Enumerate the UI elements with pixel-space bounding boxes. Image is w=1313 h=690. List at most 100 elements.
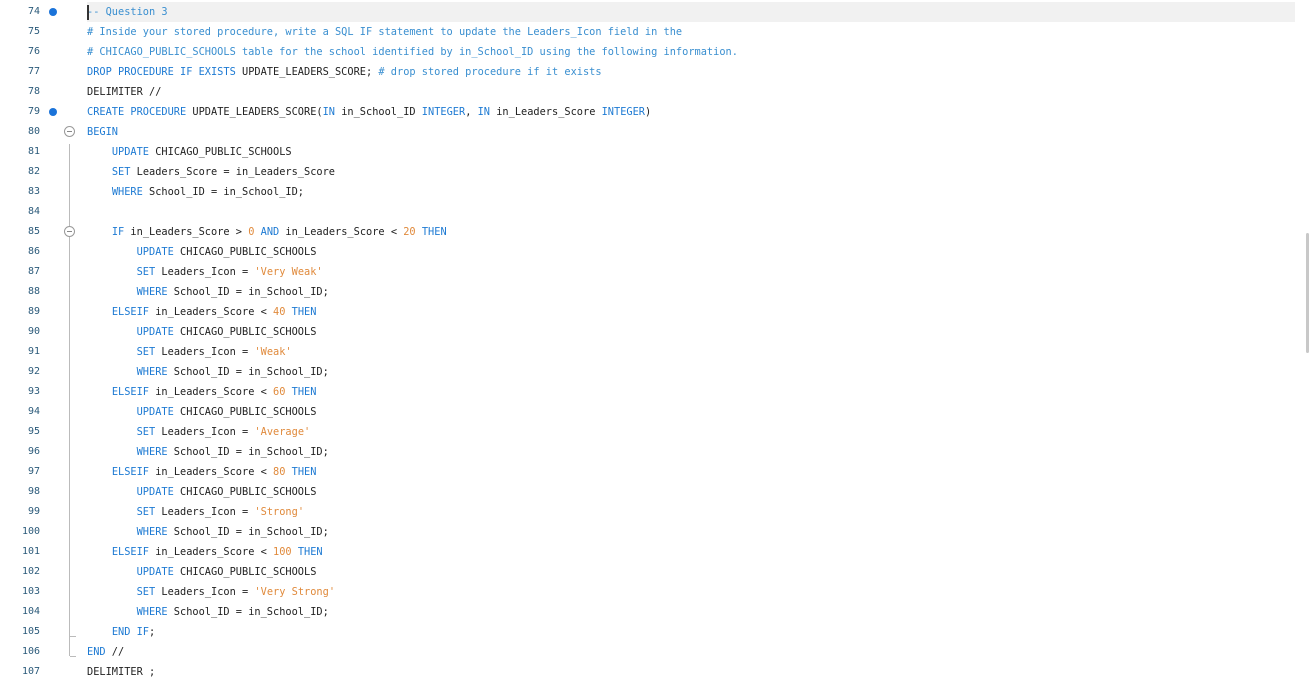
line-number[interactable]: 97 (0, 462, 40, 482)
code-line[interactable]: 83 WHERE School_ID = in_School_ID; (0, 182, 1300, 202)
text-cursor (87, 5, 89, 20)
line-number[interactable]: 74 (0, 2, 40, 22)
number-token: 80 (273, 466, 286, 478)
code-line[interactable]: 89 ELSEIF in_Leaders_Score < 40 THEN (0, 302, 1300, 322)
line-number[interactable]: 91 (0, 342, 40, 362)
code-editor[interactable]: 74 -- Question 3 75 # Inside your stored pr… (0, 0, 1300, 690)
line-number[interactable]: 78 (0, 82, 40, 102)
code-text: SET Leaders_Icon = 'Weak' (87, 342, 1295, 362)
fold-collapse-icon[interactable] (64, 126, 75, 137)
code-line[interactable]: 105 END IF; (0, 622, 1300, 642)
code-line[interactable]: 87 SET Leaders_Icon = 'Very Weak' (0, 262, 1300, 282)
line-number[interactable]: 92 (0, 362, 40, 382)
code-line[interactable]: 77 DROP PROCEDURE IF EXISTS UPDATE_LEADER… (0, 62, 1300, 82)
text-token: in_School_ID (335, 106, 422, 118)
keyword-token: INTEGER (421, 106, 466, 118)
text-token: CHICAGO_PUBLIC_SCHOOLS (173, 326, 317, 338)
code-line[interactable]: 80 BEGIN (0, 122, 1300, 142)
line-number[interactable]: 103 (0, 582, 40, 602)
string-token: 'Weak' (254, 346, 292, 358)
vertical-scrollbar[interactable] (1306, 233, 1309, 353)
keyword-token: THEN (421, 226, 447, 238)
code-line[interactable]: 88 WHERE School_ID = in_School_ID; (0, 282, 1300, 302)
code-line[interactable]: 75 # Inside your stored procedure, write … (0, 22, 1300, 42)
code-text: ELSEIF in_Leaders_Score < 40 THEN (87, 302, 1295, 322)
line-number[interactable]: 102 (0, 562, 40, 582)
code-line[interactable]: 98 UPDATE CHICAGO_PUBLIC_SCHOOLS (0, 482, 1300, 502)
code-line[interactable]: 92 WHERE School_ID = in_School_ID; (0, 362, 1300, 382)
code-line[interactable]: 93 ELSEIF in_Leaders_Score < 60 THEN (0, 382, 1300, 402)
line-number[interactable]: 96 (0, 442, 40, 462)
line-number[interactable]: 93 (0, 382, 40, 402)
line-number[interactable]: 88 (0, 282, 40, 302)
code-line[interactable]: 107 DELIMITER ; (0, 662, 1300, 682)
code-line[interactable]: 101 ELSEIF in_Leaders_Score < 100 THEN (0, 542, 1300, 562)
code-line[interactable]: 81 UPDATE CHICAGO_PUBLIC_SCHOOLS (0, 142, 1300, 162)
line-number[interactable]: 81 (0, 142, 40, 162)
line-number[interactable]: 80 (0, 122, 40, 142)
keyword-token: UPDATE (111, 146, 150, 158)
code-line[interactable]: 100 WHERE School_ID = in_School_ID; (0, 522, 1300, 542)
code-line[interactable]: 99 SET Leaders_Icon = 'Strong' (0, 502, 1300, 522)
code-line[interactable]: 82 SET Leaders_Score = in_Leaders_Score (0, 162, 1300, 182)
line-number[interactable]: 107 (0, 662, 40, 682)
text-token: CHICAGO_PUBLIC_SCHOOLS (149, 146, 292, 158)
keyword-token: SET (136, 346, 156, 358)
line-number[interactable]: 100 (0, 522, 40, 542)
line-number[interactable]: 101 (0, 542, 40, 562)
code-line[interactable]: 95 SET Leaders_Icon = 'Average' (0, 422, 1300, 442)
text-token: School_ID = in_School_ID; (167, 446, 329, 458)
text-token: Leaders_Icon = (155, 506, 255, 518)
code-line[interactable]: 79 CREATE PROCEDURE UPDATE_LEADERS_SCORE(… (0, 102, 1300, 122)
line-number[interactable]: 95 (0, 422, 40, 442)
code-line[interactable]: 84 (0, 202, 1300, 222)
text-token: DELIMITER ; (87, 666, 156, 678)
code-line[interactable]: 76 # CHICAGO_PUBLIC_SCHOOLS table for the… (0, 42, 1300, 62)
code-line[interactable]: 74 -- Question 3 (0, 2, 1300, 22)
code-line[interactable]: 86 UPDATE CHICAGO_PUBLIC_SCHOOLS (0, 242, 1300, 262)
code-line[interactable]: 78 DELIMITER // (0, 82, 1300, 102)
line-number[interactable]: 85 (0, 222, 40, 242)
line-number[interactable]: 99 (0, 502, 40, 522)
code-line[interactable]: 102 UPDATE CHICAGO_PUBLIC_SCHOOLS (0, 562, 1300, 582)
line-number[interactable]: 82 (0, 162, 40, 182)
code-line[interactable]: 94 UPDATE CHICAGO_PUBLIC_SCHOOLS (0, 402, 1300, 422)
fold-collapse-icon[interactable] (64, 226, 75, 237)
code-line[interactable]: 97 ELSEIF in_Leaders_Score < 80 THEN (0, 462, 1300, 482)
number-token: 100 (273, 546, 292, 558)
code-line[interactable]: 90 UPDATE CHICAGO_PUBLIC_SCHOOLS (0, 322, 1300, 342)
line-number[interactable]: 83 (0, 182, 40, 202)
breakpoint-icon[interactable] (49, 108, 57, 116)
code-line[interactable]: 85 IF in_Leaders_Score > 0 AND in_Leader… (0, 222, 1300, 242)
code-line[interactable]: 106 END // (0, 642, 1300, 662)
line-number[interactable]: 94 (0, 402, 40, 422)
code-line[interactable]: 103 SET Leaders_Icon = 'Very Strong' (0, 582, 1300, 602)
keyword-token: BEGIN (87, 126, 118, 138)
line-number[interactable]: 76 (0, 42, 40, 62)
line-number[interactable]: 77 (0, 62, 40, 82)
code-line[interactable]: 91 SET Leaders_Icon = 'Weak' (0, 342, 1300, 362)
line-number[interactable]: 89 (0, 302, 40, 322)
line-number[interactable]: 105 (0, 622, 40, 642)
line-number[interactable]: 87 (0, 262, 40, 282)
keyword-token: THEN (291, 386, 317, 398)
line-number[interactable]: 75 (0, 22, 40, 42)
line-number[interactable]: 106 (0, 642, 40, 662)
line-number[interactable]: 84 (0, 202, 40, 222)
code-text: SET Leaders_Icon = 'Average' (87, 422, 1295, 442)
breakpoint-icon[interactable] (49, 8, 57, 16)
line-number[interactable]: 98 (0, 482, 40, 502)
line-number[interactable]: 79 (0, 102, 40, 122)
line-number[interactable]: 104 (0, 602, 40, 622)
text-token: CHICAGO_PUBLIC_SCHOOLS (173, 486, 317, 498)
code-line[interactable]: 96 WHERE School_ID = in_School_ID; (0, 442, 1300, 462)
line-number[interactable]: 86 (0, 242, 40, 262)
line-number[interactable]: 90 (0, 322, 40, 342)
text-token: Leaders_Icon = (155, 586, 255, 598)
code-line[interactable]: 104 WHERE School_ID = in_School_ID; (0, 602, 1300, 622)
